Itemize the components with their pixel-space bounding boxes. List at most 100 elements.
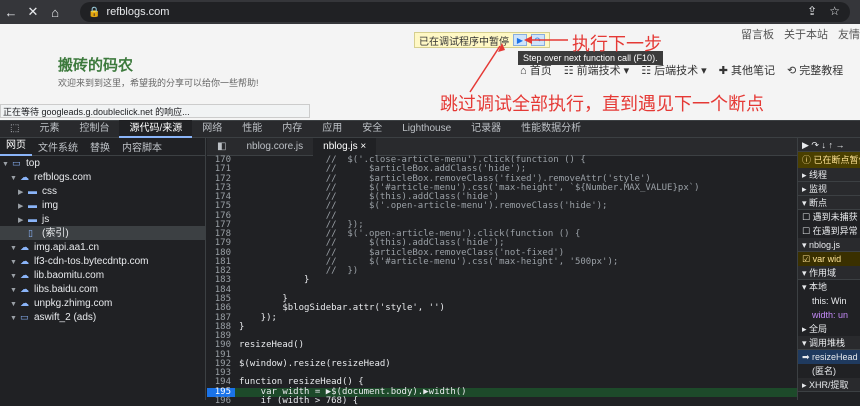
lock-icon: 🔒	[88, 6, 101, 18]
tree-item[interactable]: ▯ (索引)	[0, 226, 205, 240]
cloud-icon: ☁	[20, 284, 29, 294]
code-line[interactable]: 186 $blogSidebar.attr('style', '')	[207, 303, 797, 313]
cloud-icon: ☁	[20, 256, 29, 266]
pause-uncaught-checkbox[interactable]: ☐ 遇到未捕获	[798, 210, 860, 224]
back-icon[interactable]: ←	[0, 1, 22, 23]
tree-item-label: img	[42, 200, 59, 211]
tree-item[interactable]: ▼ ☁ libs.baidu.com	[0, 282, 205, 296]
tab-sources[interactable]: 源代码/来源	[119, 120, 193, 138]
editor-tab-nblog-core[interactable]: nblog.core.js	[236, 138, 313, 156]
tab-performance-insights[interactable]: 性能数据分析	[511, 120, 591, 138]
code-line[interactable]: 196 if (width > 768) {	[207, 395, 797, 406]
folder-icon: ▬	[28, 214, 37, 224]
sidebar-toggle-icon[interactable]: ◧	[207, 138, 236, 156]
section-watch[interactable]: ▸ 监视	[798, 182, 860, 196]
tree-item-label: js	[42, 214, 50, 225]
tree-item[interactable]: ▼ ☁ lib.baomitu.com	[0, 268, 205, 282]
tab-overrides[interactable]: 替换	[84, 139, 116, 154]
share-icon[interactable]: ⇪	[807, 4, 817, 18]
tree-item[interactable]: ▼ ☁ img.api.aa1.cn	[0, 240, 205, 254]
bp-entry[interactable]: ☑ var wid	[798, 252, 860, 266]
callstack-frame[interactable]: (匿名)	[798, 364, 860, 378]
scope-this[interactable]: this: Win	[798, 294, 860, 308]
paused-status: ⓘ 已在断点暂停	[798, 152, 860, 168]
sources-navigator: 网页 文件系统 替换 内容脚本 ▼ ▭ top ▼ ☁ refblogs.com ▶ ▬ css…	[0, 138, 206, 400]
cloud-icon: ☁	[20, 270, 29, 280]
code-line[interactable]: 192 $(window).resize(resizeHead)	[207, 358, 797, 369]
inspect-icon[interactable]: ⬚	[0, 120, 29, 138]
tree-item-label: refblogs.com	[34, 172, 92, 183]
callstack-frame[interactable]: ➡ resizeHead	[798, 350, 860, 364]
cloud-icon: ☁	[20, 298, 29, 308]
debug-controls: ▶ ↷ ↓ ↑ →	[798, 138, 860, 152]
tree-item-label: css	[42, 186, 57, 197]
bp-file[interactable]: ▾ nblog.js	[798, 238, 860, 252]
tab-recorder[interactable]: 记录器	[461, 120, 511, 138]
tab-network[interactable]: 网络	[192, 120, 232, 138]
code-text: $(window).resize(resizeHead)	[239, 358, 391, 369]
tree-item-label: (索引)	[42, 228, 69, 239]
cloud-icon: ☁	[20, 172, 29, 182]
code-text: }	[239, 275, 310, 286]
status-waiting: 正在等待 googleads.g.doubleclick.net 的响应...	[0, 104, 310, 118]
tree-item[interactable]: ▶ ▬ css	[0, 184, 205, 198]
tree-item-label: aswift_2 (ads)	[34, 312, 97, 323]
tab-page[interactable]: 网页	[0, 138, 32, 156]
scope-local[interactable]: ▾ 本地	[798, 280, 860, 294]
file-icon: ▯	[28, 228, 33, 238]
scope-width[interactable]: width: un	[798, 308, 860, 322]
devtools-tabs: ⬚ 元素 控制台 源代码/来源 网络 性能 内存 应用 安全 Lighthous…	[0, 120, 860, 138]
folder-icon: ▬	[28, 186, 37, 196]
tree-item[interactable]: ▼ ▭ top	[0, 156, 205, 170]
tree-item[interactable]: ▶ ▬ img	[0, 198, 205, 212]
debugger-sidebar: ▶ ↷ ↓ ↑ → ⓘ 已在断点暂停 ▸ 线程 ▸ 监视 ▾ 断点 ☐ 遇到未捕…	[797, 138, 860, 400]
file-tree: ▼ ▭ top ▼ ☁ refblogs.com ▶ ▬ css ▶ ▬ img ▶ ▬ js ▯ (索引) ▼ ☁…	[0, 156, 205, 324]
section-scope[interactable]: ▾ 作用域	[798, 266, 860, 280]
code-line[interactable]: 190 resizeHead()	[207, 341, 797, 351]
code-line[interactable]: 183 }	[207, 275, 797, 286]
tree-item[interactable]: ▶ ▬ js	[0, 212, 205, 226]
scope-global[interactable]: ▸ 全局	[798, 322, 860, 336]
editor-tab-nblog[interactable]: nblog.js ×	[313, 137, 377, 156]
code-line[interactable]: 184	[207, 285, 797, 295]
tree-item-label: lf3-cdn-tos.bytecdntp.com	[34, 256, 149, 267]
tab-application[interactable]: 应用	[312, 120, 352, 138]
section-callstack[interactable]: ▾ 调用堆栈	[798, 336, 860, 350]
stop-icon[interactable]: ✕	[22, 1, 44, 23]
bookmark-star-icon[interactable]: ☆	[829, 4, 840, 18]
code-text: if (width > 768) {	[239, 395, 359, 406]
tree-item-label: lib.baomitu.com	[34, 270, 105, 281]
tree-item-label: top	[26, 158, 40, 169]
frame-icon: ▭	[20, 312, 29, 322]
section-threads[interactable]: ▸ 线程	[798, 168, 860, 182]
tab-filesystem[interactable]: 文件系统	[32, 139, 84, 154]
code-editor: ◧ nblog.core.js nblog.js × 170 // $('.cl…	[207, 137, 797, 406]
section-xhr[interactable]: ▸ XHR/提取	[798, 378, 860, 392]
tab-performance[interactable]: 性能	[232, 120, 272, 138]
code-line[interactable]: 188}	[207, 322, 797, 332]
url-text: refblogs.com	[106, 6, 170, 18]
disclosure-triangle-icon: ▼	[10, 315, 17, 322]
line-number[interactable]: 196	[207, 396, 235, 406]
tree-item-label: unpkg.zhimg.com	[34, 298, 113, 309]
pause-caught-checkbox[interactable]: ☐ 在遇到异常	[798, 224, 860, 238]
section-breakpoints[interactable]: ▾ 断点	[798, 196, 860, 210]
tree-item[interactable]: ▼ ▭ aswift_2 (ads)	[0, 310, 205, 324]
tree-item[interactable]: ▼ ☁ lf3-cdn-tos.bytecdntp.com	[0, 254, 205, 268]
tree-item-label: img.api.aa1.cn	[34, 242, 100, 253]
tree-item[interactable]: ▼ ☁ unpkg.zhimg.com	[0, 296, 205, 310]
browser-toolbar: ← ✕ ⌂ 🔒 refblogs.com ⇪ ☆	[0, 0, 860, 24]
tab-content-scripts[interactable]: 内容脚本	[116, 139, 168, 154]
editor-tabs: ◧ nblog.core.js nblog.js ×	[207, 137, 797, 156]
tab-lighthouse[interactable]: Lighthouse	[392, 120, 461, 138]
address-bar[interactable]: 🔒 refblogs.com ⇪ ☆	[80, 2, 850, 22]
tab-elements[interactable]: 元素	[29, 120, 69, 138]
frame-icon: ▭	[12, 158, 21, 168]
tab-memory[interactable]: 内存	[272, 120, 312, 138]
tab-security[interactable]: 安全	[352, 120, 392, 138]
navigator-tabs: 网页 文件系统 替换 内容脚本	[0, 138, 205, 156]
tree-item[interactable]: ▼ ☁ refblogs.com	[0, 170, 205, 184]
home-icon[interactable]: ⌂	[44, 1, 66, 23]
code-line[interactable]: 187 });	[207, 313, 797, 323]
tab-console[interactable]: 控制台	[69, 120, 119, 138]
